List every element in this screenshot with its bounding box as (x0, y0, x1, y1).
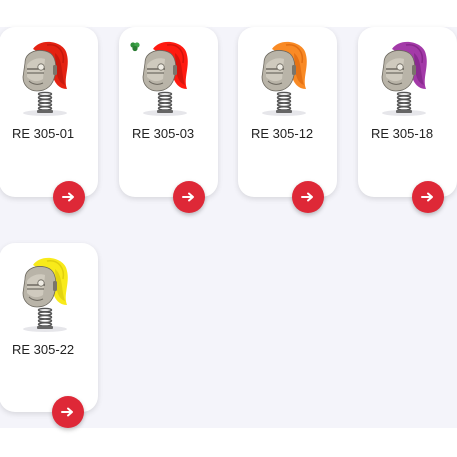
product-image (22, 257, 68, 332)
spring-icon (37, 307, 53, 329)
arrow-right-icon (421, 192, 433, 202)
product-code: RE 305-01 (12, 126, 75, 141)
knight-helmet-icon (22, 50, 57, 92)
product-code: RE 305-12 (251, 126, 314, 141)
product-card[interactable]: RE 305-03 (119, 27, 218, 213)
view-product-button[interactable] (53, 181, 85, 213)
knight-helmet-icon (22, 266, 57, 308)
product-card[interactable]: RE 305-12 (238, 27, 337, 213)
recycle-badge-icon (130, 42, 140, 52)
spring-icon (157, 91, 173, 113)
product-code: RE 305-03 (132, 126, 195, 141)
view-product-button[interactable] (292, 181, 324, 213)
product-card[interactable]: RE 305-01 (0, 27, 98, 213)
arrow-right-icon (62, 192, 74, 202)
product-image (381, 41, 427, 116)
view-product-button[interactable] (412, 181, 444, 213)
knight-helmet-icon (261, 50, 296, 92)
product-code: RE 305-18 (371, 126, 434, 141)
product-image (261, 41, 307, 116)
product-image (22, 41, 68, 116)
product-code: RE 305-22 (12, 342, 75, 357)
product-image (130, 41, 188, 116)
knight-helmet-icon (142, 50, 177, 92)
view-product-button[interactable] (52, 396, 84, 428)
knight-helmet-icon (381, 50, 416, 92)
view-product-button[interactable] (173, 181, 205, 213)
arrow-right-icon (61, 407, 73, 417)
product-card[interactable]: RE 305-22 (0, 243, 98, 428)
arrow-right-icon (182, 192, 194, 202)
spring-icon (276, 91, 292, 113)
spring-icon (37, 91, 53, 113)
product-card[interactable]: RE 305-18 (358, 27, 457, 213)
arrow-right-icon (301, 192, 313, 202)
spring-icon (396, 91, 412, 113)
